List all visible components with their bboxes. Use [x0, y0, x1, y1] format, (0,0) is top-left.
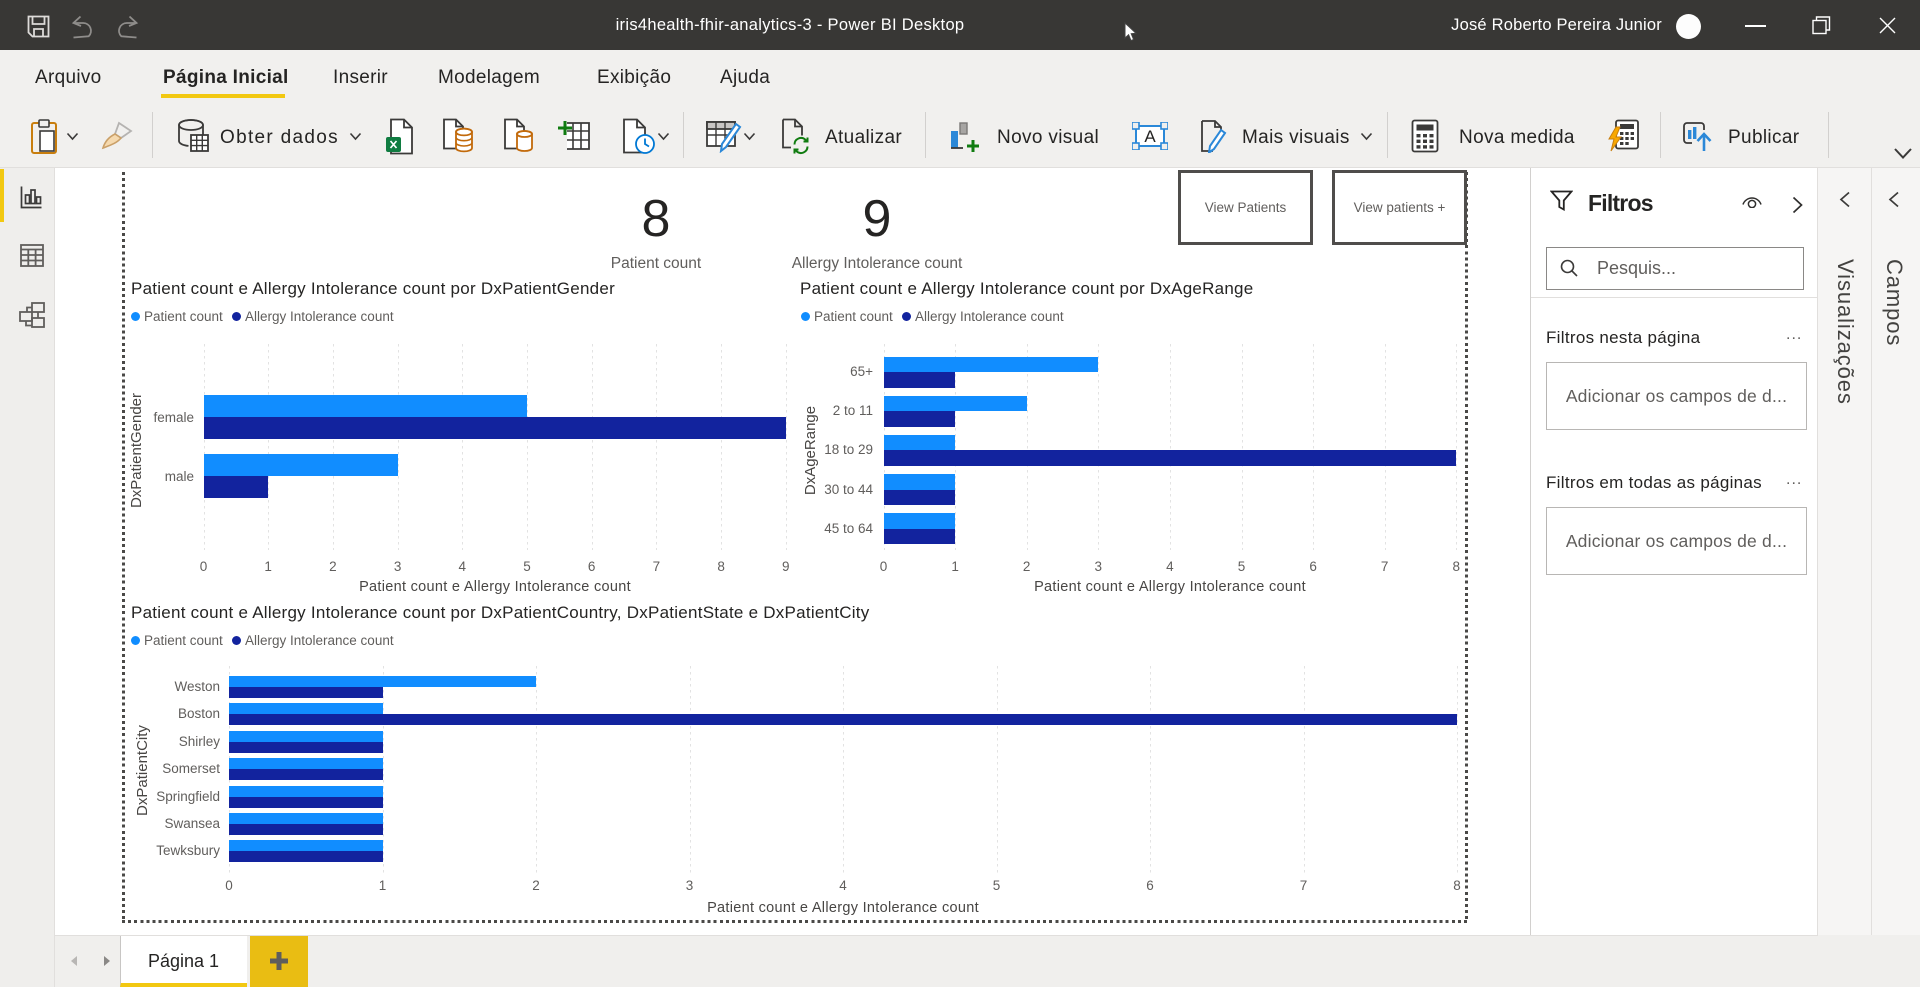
- svg-text:A: A: [1144, 127, 1156, 146]
